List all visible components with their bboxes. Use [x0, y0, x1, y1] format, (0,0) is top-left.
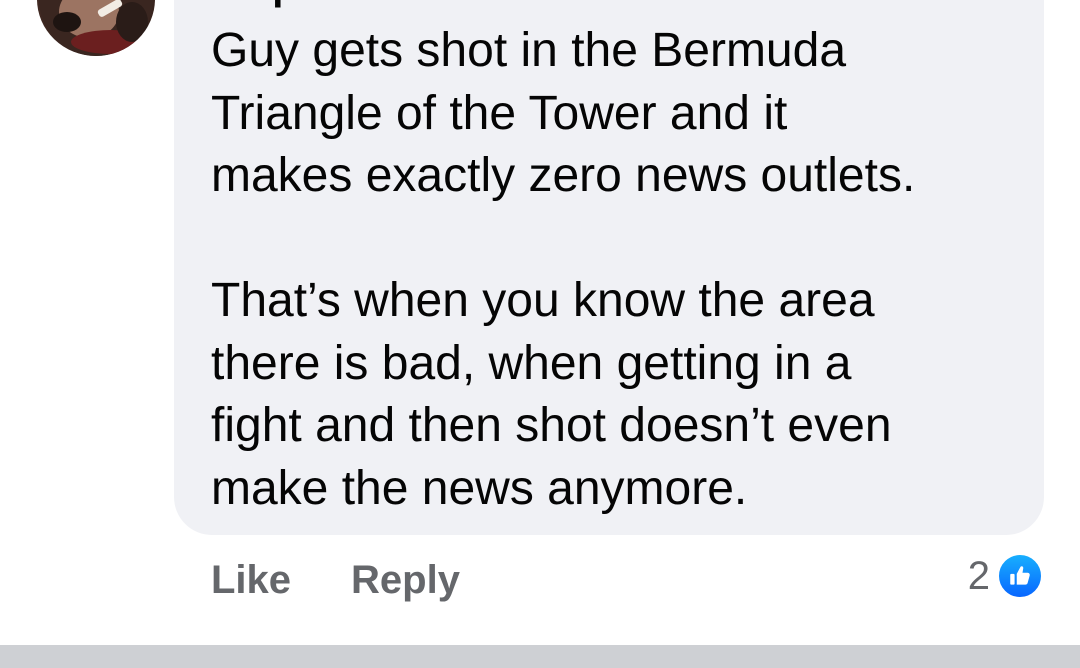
comment-paragraph: Guy gets shot in the Bermuda Triangle of… — [211, 24, 916, 202]
comment-actions: Like Reply — [211, 552, 460, 608]
reaction-count: 2 — [967, 553, 990, 598]
like-button[interactable]: Like — [211, 558, 291, 603]
comment-paragraph: That’s when you know the area there is b… — [211, 274, 892, 515]
section-divider — [0, 645, 1080, 668]
reply-button[interactable]: Reply — [351, 558, 460, 603]
avatar[interactable] — [37, 0, 155, 56]
reactions-summary[interactable]: 2 — [968, 550, 1044, 602]
comment-author[interactable]: Stephen Mintz — [210, 0, 481, 9]
avatar-photo — [39, 0, 153, 56]
like-thumb-icon — [996, 552, 1044, 600]
comment-body: Guy gets shot in the Bermuda Triangle of… — [211, 20, 1011, 520]
